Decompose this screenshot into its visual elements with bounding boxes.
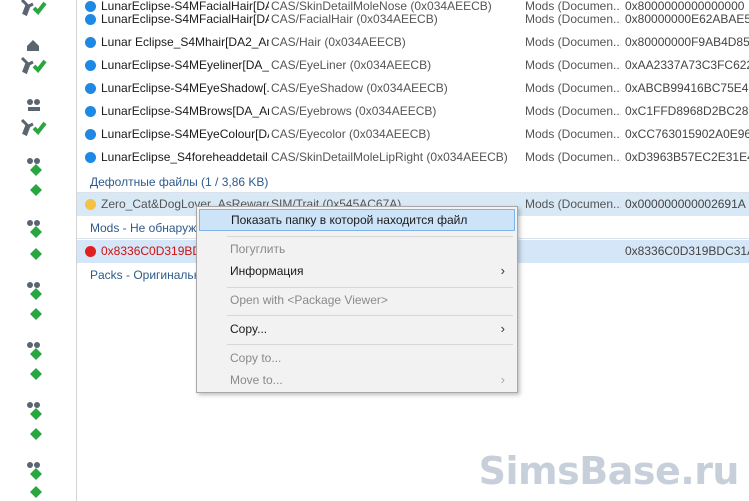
table-row[interactable]: Lunar Eclipse_S4Mhair[DA2_An... CAS/Hair… (77, 31, 749, 54)
menu-separator (227, 287, 513, 288)
menu-item-copy[interactable]: Copy... › (199, 318, 515, 340)
file-location: Mods (Documen... (525, 35, 621, 49)
file-type: CAS/EyeLiner (0x034AEECB) (271, 58, 432, 72)
menu-item-label: Copy... (230, 322, 268, 336)
file-location: Mods (Documen... (525, 150, 621, 164)
table-row[interactable]: LunarEclipse-S4MBrows[DA_An... CAS/Eyebr… (77, 100, 749, 123)
file-id: 0xCC763015902A0E96 (625, 127, 749, 141)
file-location: Mods (Documen... (525, 58, 621, 72)
status-dot (85, 60, 96, 71)
submenu-arrow-icon: › (500, 372, 505, 387)
menu-item-google[interactable]: Погуглить (199, 238, 515, 260)
table-row[interactable]: LunarEclipse-S4MEyeliner[DA_... CAS/EyeL… (77, 54, 749, 77)
status-dot (85, 106, 96, 117)
file-type: CAS/Hair (0x034AEECB) (271, 35, 406, 49)
file-id: 0xC1FFD8968D2BC289 (625, 104, 749, 118)
tag-icon (30, 368, 42, 380)
tag-icon (30, 184, 42, 196)
file-id: 0x80000000E62ABAE5 (625, 12, 749, 26)
menu-item-label: Информация (230, 264, 304, 278)
menu-item-move-to[interactable]: Move to... › (199, 369, 515, 391)
menu-separator (227, 315, 513, 316)
file-name: LunarEclipse-S4MFacialHair[DA... (101, 12, 269, 26)
menu-item-show-folder[interactable]: Показать папку в которой находится файл (199, 209, 515, 231)
file-id: 0x8336C0D319BDC31A (625, 244, 749, 258)
file-id: 0x000000000002691A (625, 197, 746, 211)
menu-item-info[interactable]: Информация › (199, 260, 515, 282)
file-type: CAS/EyeShadow (0x034AEECB) (271, 81, 448, 95)
wrench-check-icon (20, 0, 47, 17)
menu-item-open-with[interactable]: Open with <Package Viewer> (199, 289, 515, 311)
file-id: 0xD3963B57EC2E31E4 (625, 150, 749, 164)
status-icon-column (0, 0, 62, 501)
table-row[interactable]: LunarEclipse-S4MFacialHair[DA... CAS/Fac… (77, 8, 749, 31)
people-tag-icon (27, 462, 42, 480)
file-type: CAS/Eyebrows (0x034AEECB) (271, 104, 437, 118)
file-name: Lunar Eclipse_S4Mhair[DA2_An... (101, 35, 269, 49)
file-type: CAS/SkinDetailMoleLipRight (0x034AEECB) (271, 150, 508, 164)
status-dot (85, 199, 96, 210)
people-icon (27, 99, 40, 111)
file-name: LunarEclipse-S4MEyeColour[DA... (101, 127, 269, 141)
tag-icon (30, 486, 42, 498)
people-tag-icon (27, 220, 42, 238)
submenu-arrow-icon: › (500, 321, 505, 336)
file-location: Mods (Documen... (525, 197, 621, 211)
status-dot (85, 37, 96, 48)
menu-separator (227, 236, 513, 237)
file-location: Mods (Documen... (525, 127, 621, 141)
file-id: 0xAA2337A73C3FC622 (625, 58, 749, 72)
table-row[interactable]: LunarEclipse-S4MEyeColour[DA... CAS/Eyec… (77, 123, 749, 146)
menu-item-label: Move to... (230, 373, 283, 387)
wrench-check-icon (20, 118, 47, 137)
file-name: LunarEclipse-S4MEyeShadow[... (101, 81, 269, 95)
context-menu: Показать папку в которой находится файл … (196, 206, 518, 393)
table-row[interactable]: LunarEclipse-S4MEyeShadow[... CAS/EyeSha… (77, 77, 749, 100)
status-dot (85, 14, 96, 25)
status-dot (85, 129, 96, 140)
file-location: Mods (Documen... (525, 104, 621, 118)
file-id: 0xABCB99416BC75E41 (625, 81, 749, 95)
table-row[interactable]: LunarEclipse_S4foreheaddetail... CAS/Ski… (77, 146, 749, 169)
file-type: CAS/Eyecolor (0x034AEECB) (271, 127, 431, 141)
submenu-arrow-icon: › (500, 263, 505, 278)
people-tag-icon (27, 402, 42, 420)
menu-separator (227, 344, 513, 345)
people-tag-icon (27, 282, 42, 300)
status-dot (85, 83, 96, 94)
tag-icon (30, 308, 42, 320)
menu-item-copy-to[interactable]: Copy to... (199, 347, 515, 369)
people-tag-icon (27, 342, 42, 360)
tag-icon (30, 428, 42, 440)
file-type: CAS/FacialHair (0x034AEECB) (271, 12, 438, 26)
people-tag-icon (27, 158, 42, 176)
file-location: Mods (Documen... (525, 12, 621, 26)
file-id: 0x80000000F9AB4D85 (625, 35, 749, 49)
group-header-default[interactable]: Дефолтные файлы (1 / 3,86 KB) (77, 171, 749, 193)
tag-icon (30, 248, 42, 260)
status-dot (85, 152, 96, 163)
file-name: LunarEclipse-S4MBrows[DA_An... (101, 104, 269, 118)
file-name: LunarEclipse-S4MEyeliner[DA_... (101, 58, 269, 72)
file-name: LunarEclipse_S4foreheaddetail... (101, 150, 269, 164)
status-dot (85, 246, 96, 257)
file-location: Mods (Documen... (525, 81, 621, 95)
wrench-check-icon (20, 56, 47, 75)
watermark: SimsBase.ru (478, 449, 740, 493)
